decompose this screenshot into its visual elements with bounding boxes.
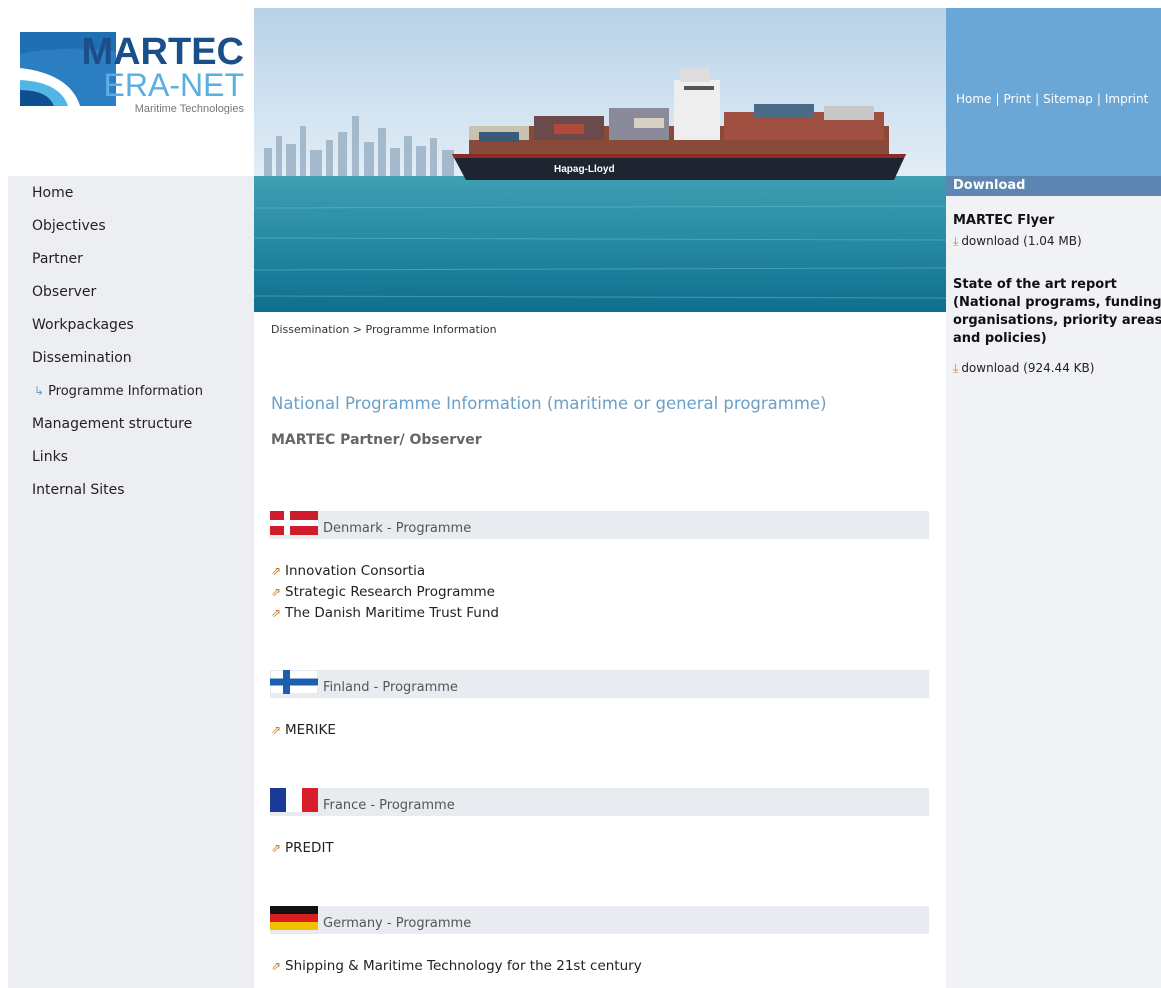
report-title-line: (National programs, funding	[953, 295, 1161, 310]
programme-label: The Danish Maritime Trust Fund	[285, 605, 499, 621]
programme-link[interactable]: ⇗ Innovation Consortia	[271, 561, 499, 582]
nav-subitem-label: Programme Information	[48, 384, 203, 399]
download-title-flyer: MARTEC Flyer	[953, 213, 1055, 228]
denmark-flag-icon	[270, 511, 318, 535]
download-title-report: State of the art report (National progra…	[953, 276, 1161, 348]
germany-flag-icon	[270, 906, 318, 930]
logo-tagline: Maritime Technologies	[135, 103, 245, 114]
download-link-label: download (1.04 MB)	[961, 234, 1082, 248]
subitem-arrow-icon: ↳	[34, 384, 45, 398]
page-title: National Programme Information (maritime…	[271, 394, 827, 413]
programme-list-france: ⇗ PREDIT	[271, 838, 334, 859]
country-header-france: France - Programme	[270, 788, 929, 816]
nav-item-home[interactable]: Home	[8, 177, 254, 210]
breadcrumb[interactable]: Dissemination > Programme Information	[271, 323, 497, 336]
programme-link[interactable]: ⇗ Strategic Research Programme	[271, 582, 499, 603]
martec-logo[interactable]: MARTEC ERA-NET Maritime Technologies	[18, 24, 248, 114]
external-link-icon: ⇗	[271, 606, 282, 620]
external-link-icon: ⇗	[271, 959, 282, 973]
nav-item-observer[interactable]: Observer	[8, 276, 254, 309]
country-header-germany: Germany - Programme	[270, 906, 929, 934]
toplink-separator: |	[1096, 92, 1101, 106]
download-link-report[interactable]: ⤓ download (924.44 KB)	[953, 361, 1094, 376]
download-icon: ⤓	[953, 361, 959, 375]
programme-link[interactable]: ⇗ PREDIT	[271, 838, 334, 859]
toplink-separator: |	[1035, 92, 1040, 106]
programme-list-denmark: ⇗ Innovation Consortia ⇗ Strategic Researc…	[271, 561, 499, 624]
nav-item-dissemination[interactable]: Dissemination	[8, 342, 254, 375]
external-link-icon: ⇗	[271, 564, 282, 578]
programme-list-finland: ⇗ MERIKE	[271, 720, 336, 741]
nav-item-objectives[interactable]: Objectives	[8, 210, 254, 243]
nav-item-links[interactable]: Links	[8, 441, 254, 474]
external-link-icon: ⇗	[271, 723, 282, 737]
container-ship-illustration: Hapag-Lloyd	[254, 8, 946, 312]
external-link-icon: ⇗	[271, 841, 282, 855]
country-header-denmark: Denmark - Programme	[270, 511, 929, 539]
programme-label: PREDIT	[285, 840, 334, 856]
report-title-line: and policies)	[953, 331, 1047, 346]
programme-label: Innovation Consortia	[285, 563, 426, 579]
external-link-icon: ⇗	[271, 585, 282, 599]
hero-image: Hapag-Lloyd	[254, 8, 946, 312]
finland-flag-icon	[270, 670, 318, 694]
country-name: Denmark - Programme	[323, 521, 472, 536]
ship-name-text: Hapag-Lloyd	[554, 164, 615, 175]
programme-link[interactable]: ⇗ Shipping & Maritime Technology for the …	[271, 956, 642, 977]
programme-label: Shipping & Maritime Technology for the 2…	[285, 958, 642, 974]
country-name: Germany - Programme	[323, 916, 472, 931]
nav-subitem-programme-information[interactable]: ↳ Programme Information	[8, 375, 254, 408]
logo-area: MARTEC ERA-NET Maritime Technologies	[8, 8, 254, 176]
download-link-flyer[interactable]: ⤓ download (1.04 MB)	[953, 234, 1082, 249]
nav-item-workpackages[interactable]: Workpackages	[8, 309, 254, 342]
download-header: Download	[946, 176, 1161, 196]
programme-list-germany: ⇗ Shipping & Maritime Technology for the …	[271, 956, 642, 977]
toplink-separator: |	[995, 92, 1000, 106]
download-icon: ⤓	[953, 234, 959, 248]
programme-link[interactable]: ⇗ MERIKE	[271, 720, 336, 741]
nav-item-partner[interactable]: Partner	[8, 243, 254, 276]
programme-label: MERIKE	[285, 722, 336, 738]
page-subtitle: MARTEC Partner/ Observer	[271, 432, 482, 448]
country-name: France - Programme	[323, 798, 455, 813]
programme-label: Strategic Research Programme	[285, 584, 495, 600]
toplink-home[interactable]: Home	[956, 92, 991, 106]
top-banner: Home | Print | Sitemap | Imprint	[946, 8, 1161, 176]
download-link-label: download (924.44 KB)	[961, 361, 1095, 375]
country-header-finland: Finland - Programme	[270, 670, 929, 698]
programme-link[interactable]: ⇗ The Danish Maritime Trust Fund	[271, 603, 499, 624]
report-title-line: State of the art report	[953, 277, 1117, 292]
top-links: Home | Print | Sitemap | Imprint	[956, 92, 1148, 106]
toplink-print[interactable]: Print	[1003, 92, 1031, 106]
country-name: Finland - Programme	[323, 680, 458, 695]
france-flag-icon	[270, 788, 318, 812]
logo-subname: ERA-NET	[104, 67, 244, 103]
nav-item-internal-sites[interactable]: Internal Sites	[8, 474, 254, 507]
right-sidebar: Home | Print | Sitemap | Imprint Download MART…	[946, 8, 1161, 988]
nav-item-management-structure[interactable]: Management structure	[8, 408, 254, 441]
toplink-sitemap[interactable]: Sitemap	[1043, 92, 1093, 106]
left-navigation: Home Objectives Partner Observer Workpac…	[8, 176, 254, 988]
report-title-line: organisations, priority areas	[953, 313, 1161, 328]
toplink-imprint[interactable]: Imprint	[1105, 92, 1148, 106]
